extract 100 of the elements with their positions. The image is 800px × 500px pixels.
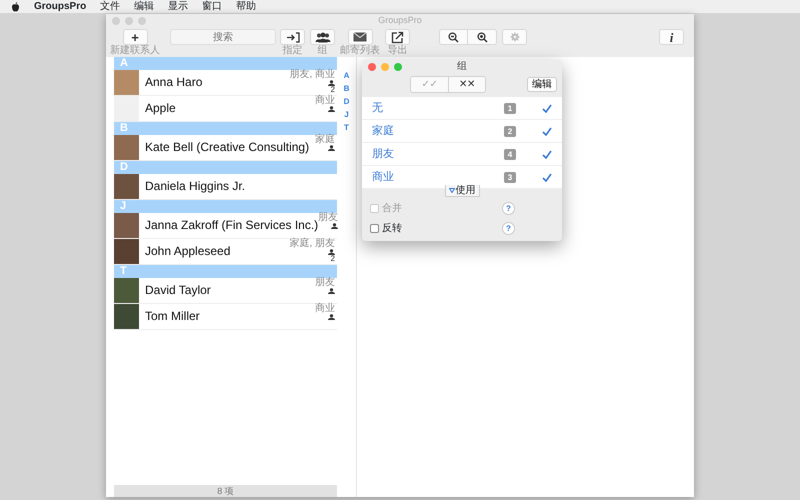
photo-placeholder <box>114 174 139 199</box>
people-icon <box>314 32 330 42</box>
settings-icon <box>510 32 520 42</box>
contact-name: David Taylor <box>144 282 212 299</box>
section-header: T <box>114 265 337 278</box>
checkmark-icon[interactable] <box>542 126 552 136</box>
person-icon <box>328 145 335 151</box>
toolbar-label: 邮寄列表 <box>340 45 380 56</box>
photo-placeholder <box>114 304 139 329</box>
zoom-out-button[interactable] <box>439 29 468 45</box>
edit-button[interactable]: 编辑 <box>527 76 557 92</box>
group-name: 无 <box>372 100 384 116</box>
contact-name: Tom Miller <box>144 308 201 325</box>
panel-title: 组 <box>457 61 467 72</box>
menu-item[interactable]: 窗口 <box>202 0 222 13</box>
option-label: 反转 <box>382 222 403 236</box>
group-tags: 商业 <box>315 96 335 106</box>
contact-name: Kate Bell (Creative Consulting) <box>144 139 310 156</box>
export-icon <box>391 30 404 44</box>
person-icon <box>328 288 335 294</box>
count-badge: 1 <box>504 102 516 114</box>
photo-placeholder <box>114 213 139 238</box>
contact-row[interactable]: David Taylor 朋友 <box>114 278 337 304</box>
group-count: 2 <box>330 255 335 263</box>
count-badge: 4 <box>504 148 516 160</box>
triangle-icon <box>448 188 454 193</box>
person-icon <box>328 106 335 112</box>
person-icon <box>328 249 335 255</box>
mail-button[interactable] <box>348 29 372 45</box>
menu-item[interactable]: 编辑 <box>134 0 154 13</box>
help-button[interactable]: ? <box>502 222 515 234</box>
photo-placeholder <box>114 70 139 95</box>
group-tags: 家庭 <box>315 135 335 145</box>
group-row[interactable]: 朋友 4 <box>362 143 562 166</box>
info-button[interactable]: i <box>659 29 684 45</box>
zoom-in-button[interactable] <box>468 29 497 45</box>
contact-name: Anna Haro <box>144 74 204 91</box>
group-name: 朋友 <box>372 146 395 162</box>
contact-name: Janna Zakroff (Fin Services Inc.) <box>144 217 318 234</box>
group-tags: 商业 <box>315 304 335 314</box>
section-header: J <box>114 200 337 213</box>
window-control[interactable] <box>368 63 376 71</box>
index-letter[interactable]: B <box>344 84 350 94</box>
index-letter[interactable]: T <box>344 123 349 133</box>
checkbox[interactable] <box>370 224 379 232</box>
groups-button[interactable] <box>310 29 335 45</box>
select-none-button[interactable]: ✕✕ <box>448 76 485 92</box>
group-row[interactable]: 无 1 <box>362 97 562 120</box>
option-label: 合并 <box>382 202 403 216</box>
assign-icon <box>286 32 300 42</box>
group-row[interactable]: 家庭 2 <box>362 120 562 143</box>
photo-placeholder <box>114 278 139 303</box>
envelope-icon <box>353 32 367 42</box>
zoom-in-icon <box>476 32 488 42</box>
toolbar-label: 指定 <box>282 45 302 56</box>
checkmark-icon[interactable] <box>542 150 552 158</box>
group-tags: 朋友, 商业 <box>289 70 335 80</box>
export-button[interactable] <box>385 29 410 45</box>
photo-placeholder <box>114 135 139 160</box>
menu-item[interactable]: 显示 <box>168 0 188 13</box>
menu-item[interactable]: 帮助 <box>236 0 256 13</box>
index-letter[interactable]: J <box>344 110 349 120</box>
group-name: 家庭 <box>372 124 395 139</box>
checkmark-icon[interactable] <box>542 172 552 182</box>
index-letter[interactable]: A <box>344 71 350 81</box>
group-tags: 家庭, 朋友 <box>289 239 335 249</box>
usage-tab[interactable]: 使用 <box>444 185 480 197</box>
contact-row[interactable]: Anna Haro 朋友, 商业 2 <box>114 70 337 96</box>
contact-name: Daniela Higgins Jr. <box>144 178 246 195</box>
menu-item[interactable]: 文件 <box>100 0 120 13</box>
apple-logo-icon[interactable] <box>11 2 20 12</box>
app-menu[interactable]: GroupsPro <box>34 0 86 13</box>
contact-name: John Appleseed <box>144 243 232 260</box>
toolbar-label: 组 <box>318 45 328 56</box>
toolbar-label: 新建联系人 <box>110 45 160 56</box>
zoom-out-icon <box>448 32 459 42</box>
count-badge: 3 <box>504 172 516 182</box>
checkmark-icon[interactable] <box>542 104 552 112</box>
section-header: A <box>114 57 337 70</box>
search-field[interactable]: 搜索 <box>170 29 276 45</box>
company-placeholder <box>114 96 139 121</box>
add-button[interactable]: + <box>122 29 148 45</box>
photo-placeholder <box>114 239 139 264</box>
person-icon <box>331 223 338 229</box>
contact-row[interactable]: Tom Miller 商业 <box>114 304 337 330</box>
item-count: 8 项 <box>114 485 337 497</box>
count-badge: 2 <box>504 126 516 136</box>
toolbar-label: 导出 <box>388 45 408 56</box>
person-icon <box>328 80 335 86</box>
contact-name: Apple <box>144 100 177 117</box>
group-name: 商业 <box>372 170 395 185</box>
group-tags: 朋友 <box>315 278 335 288</box>
section-header: D <box>114 161 337 174</box>
window-title: GroupsPro <box>378 15 422 25</box>
assign-button[interactable] <box>280 29 305 45</box>
group-count: 2 <box>330 86 335 94</box>
group-tags: 朋友 <box>318 213 338 223</box>
index-letter[interactable]: D <box>344 97 350 107</box>
section-header: B <box>114 122 337 135</box>
person-icon <box>328 314 335 320</box>
